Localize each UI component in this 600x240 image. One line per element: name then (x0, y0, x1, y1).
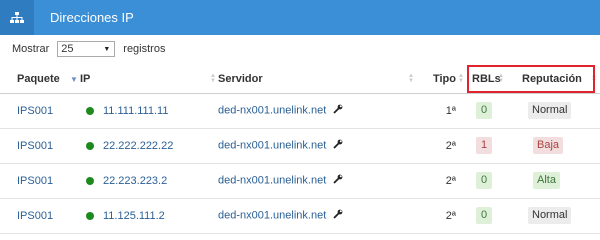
wrench-icon[interactable] (333, 209, 343, 222)
tipo-value: 2ª (416, 163, 464, 199)
paquete-link[interactable]: IPS001 (0, 163, 80, 199)
status-dot-icon (86, 211, 94, 220)
reputacion-cell: Normal (522, 198, 600, 234)
servidor-cell: ded-nx001.unelink.net (218, 198, 416, 234)
ip-link[interactable]: 11.125.111.2 (103, 210, 165, 222)
reputacion-cell: Normal (522, 93, 600, 129)
wrench-icon[interactable] (333, 139, 343, 152)
paquete-link[interactable]: IPS001 (0, 198, 80, 234)
paquete-link[interactable]: IPS001 (0, 93, 80, 129)
tipo-value: 2ª (416, 128, 464, 164)
length-suffix: registros (123, 43, 166, 55)
rbls-cell: 0 (464, 93, 522, 129)
reputacion-badge: Baja (533, 137, 564, 154)
rbls-badge: 0 (476, 207, 492, 224)
sort-icon: ▲ ▼ (210, 73, 216, 84)
column-label: Paquete (17, 73, 60, 86)
sort-icon: ▲ ▼ (458, 73, 464, 84)
rbls-badge: 1 (476, 137, 492, 154)
servidor-link[interactable]: ded-nx001.unelink.net (218, 174, 326, 186)
page-length-select[interactable]: 25 ▼ (57, 41, 116, 57)
reputacion-cell: Alta (522, 163, 600, 199)
paquete-link[interactable]: IPS001 (0, 128, 80, 164)
sort-desc-icon: ▼ (70, 75, 78, 84)
servidor-link[interactable]: ded-nx001.unelink.net (218, 104, 326, 116)
column-header-rbls[interactable]: RBLs ▲ ▼ (464, 66, 522, 94)
page-length-value: 25 (61, 43, 74, 55)
sort-icon: ▲ ▼ (591, 73, 597, 84)
sitemap-icon (0, 0, 34, 35)
column-label: Servidor (218, 73, 263, 86)
ip-cell: 11.125.111.2 (80, 198, 218, 234)
rbls-badge: 0 (476, 172, 492, 189)
table-row: IPS001 22.222.222.22 ded-nx001.unelink.n… (0, 128, 600, 164)
column-header-paquete[interactable]: Paquete ▼ (0, 66, 80, 94)
rbls-badge: 0 (476, 102, 492, 119)
page-length-control: Mostrar 25 ▼ registros (12, 41, 165, 57)
ip-cell: 22.222.222.22 (80, 128, 218, 164)
ip-link[interactable]: 22.223.223.2 (103, 175, 167, 187)
column-header-reputacion[interactable]: Reputación ▲ ▼ (522, 66, 600, 94)
tipo-value: 1ª (416, 93, 464, 129)
ip-link[interactable]: 11.111.111.11 (103, 105, 168, 117)
sort-icon: ▲ ▼ (408, 73, 414, 84)
column-label: Reputación (522, 73, 582, 86)
servidor-cell: ded-nx001.unelink.net (218, 128, 416, 164)
servidor-link[interactable]: ded-nx001.unelink.net (218, 139, 326, 151)
table-header-row: Paquete ▼ IP ▲ ▼ Servidor ▲ ▼ Tipo ▲ ▼ RBLs… (0, 66, 600, 94)
panel-title: Direcciones IP (50, 10, 134, 25)
rbls-cell: 1 (464, 128, 522, 164)
ip-cell: 11.111.111.11 (80, 93, 218, 129)
rbls-cell: 0 (464, 198, 522, 234)
table-row: IPS001 22.223.223.2 ded-nx001.unelink.ne… (0, 163, 600, 199)
status-dot-icon (86, 141, 94, 150)
column-header-ip[interactable]: IP ▲ ▼ (80, 66, 218, 94)
sort-icon: ▲ ▼ (498, 73, 504, 84)
chevron-down-icon: ▼ (103, 45, 111, 53)
ip-link[interactable]: 22.222.222.22 (103, 140, 173, 152)
servidor-link[interactable]: ded-nx001.unelink.net (218, 209, 326, 221)
status-dot-icon (86, 106, 94, 115)
column-header-servidor[interactable]: Servidor ▲ ▼ (218, 66, 416, 94)
wrench-icon[interactable] (333, 174, 343, 187)
table-row: IPS001 11.125.111.2 ded-nx001.unelink.ne… (0, 198, 600, 234)
reputacion-cell: Baja (522, 128, 600, 164)
column-label: Tipo (432, 73, 456, 86)
wrench-icon[interactable] (333, 104, 343, 117)
status-dot-icon (86, 176, 94, 185)
rbls-cell: 0 (464, 163, 522, 199)
servidor-cell: ded-nx001.unelink.net (218, 93, 416, 129)
panel-header: Direcciones IP (0, 0, 600, 35)
column-header-tipo[interactable]: Tipo ▲ ▼ (416, 66, 464, 94)
servidor-cell: ded-nx001.unelink.net (218, 163, 416, 199)
reputacion-badge: Normal (528, 207, 572, 224)
table-row: IPS001 11.111.111.11 ded-nx001.unelink.n… (0, 93, 600, 129)
length-prefix: Mostrar (12, 43, 50, 55)
tipo-value: 2ª (416, 198, 464, 234)
column-label: RBLs (472, 73, 501, 86)
reputacion-badge: Alta (533, 172, 560, 189)
ip-cell: 22.223.223.2 (80, 163, 218, 199)
reputacion-badge: Normal (528, 102, 572, 119)
ip-table: Paquete ▼ IP ▲ ▼ Servidor ▲ ▼ Tipo ▲ ▼ RBLs… (0, 66, 600, 234)
column-label: IP (80, 73, 91, 86)
